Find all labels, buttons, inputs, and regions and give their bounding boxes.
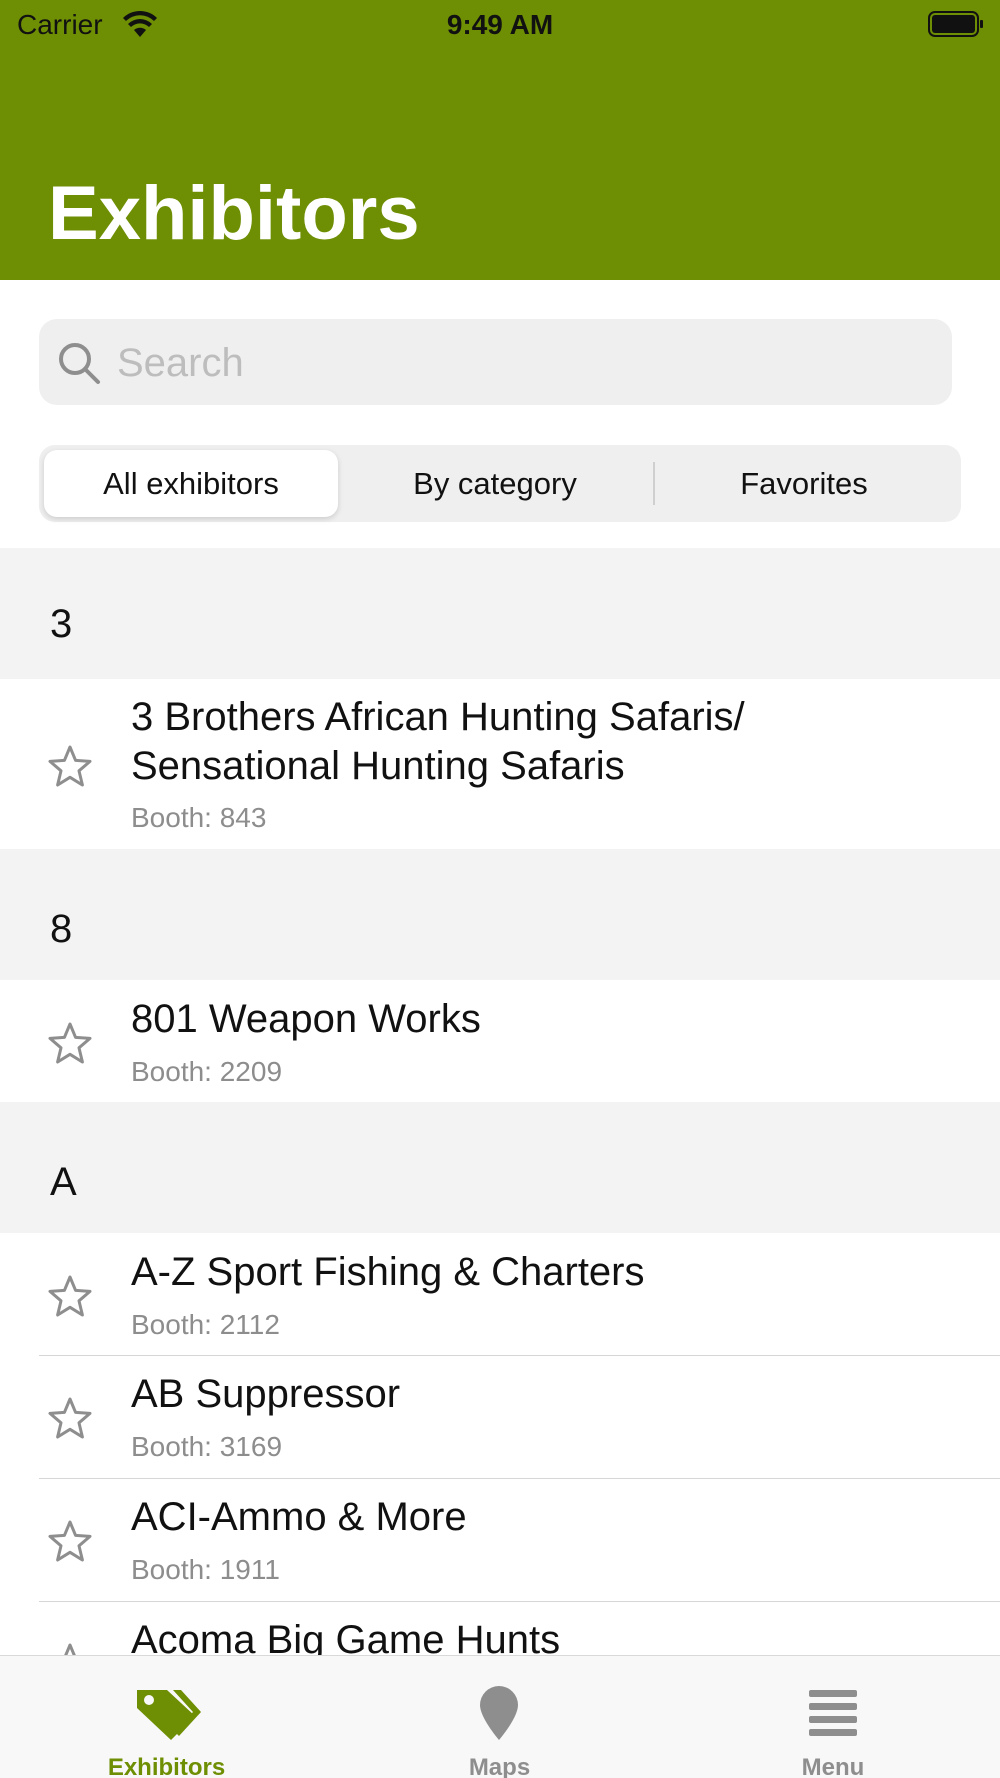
list-item[interactable]: A-Z Sport Fishing & Charters Booth: 2112 [0,1233,1000,1355]
tab-bar: Exhibitors Maps Menu [0,1655,1000,1778]
segment-by-category[interactable]: By category [345,450,645,517]
section-letter: 8 [50,907,73,951]
segment-favorites[interactable]: Favorites [653,450,955,517]
tag-icon [137,1690,201,1740]
section-header-3: 3 [0,548,1000,679]
exhibitor-name-line1: 3 Brothers African Hunting Safaris/ [131,695,745,739]
page-title: Exhibitors [48,171,420,256]
star-icon[interactable] [47,1021,93,1065]
list-item[interactable]: 3 Brothers African Hunting Safaris/ Sens… [0,679,1000,849]
section-header-a: A [0,1102,1000,1233]
segmented-control: All exhibitors By category Favorites [39,445,961,522]
list-item[interactable]: AB Suppressor Booth: 3169 [0,1356,1000,1478]
booth-label: Booth: 2209 [131,1056,283,1087]
section-letter: 3 [50,602,73,646]
battery-icon [928,11,983,37]
hamburger-menu-icon [809,1690,857,1736]
tab-label: Menu [801,1754,865,1778]
map-pin-icon [480,1686,518,1740]
star-icon[interactable] [47,1274,93,1318]
exhibitor-name-line2: Sensational Hunting Safaris [131,744,625,788]
star-icon[interactable] [47,1519,93,1563]
status-bar: Carrier 9:49 AM [0,0,1000,50]
tab-exhibitors[interactable]: Exhibitors [0,1656,333,1778]
tab-label: Exhibitors [107,1754,226,1778]
list-item[interactable]: 801 Weapon Works Booth: 2209 [0,980,1000,1102]
star-icon[interactable] [47,744,93,788]
booth-label: Booth: 2112 [131,1309,280,1340]
tab-menu[interactable]: Menu [666,1656,1000,1778]
search-field[interactable]: Search [39,319,952,405]
booth-label: Booth: 1911 [131,1554,280,1585]
tab-maps[interactable]: Maps [333,1656,666,1778]
nav-header: Carrier 9:49 AM Exhibitors [0,0,1000,280]
list-item[interactable]: Acoma Big Game Hunts [0,1602,1000,1655]
exhibitor-name: 801 Weapon Works [131,997,481,1041]
section-header-8: 8 [0,849,1000,980]
status-time: 9:49 AM [446,9,554,40]
exhibitor-name: AB Suppressor [131,1372,401,1416]
star-icon[interactable] [47,1396,93,1440]
search-placeholder: Search [117,341,244,385]
section-letter: A [50,1160,77,1204]
list-item[interactable]: ACI-Ammo & More Booth: 1911 [0,1479,1000,1601]
booth-label: Booth: 843 [131,802,267,833]
star-icon[interactable] [47,1642,93,1655]
segment-all-exhibitors[interactable]: All exhibitors [44,450,338,517]
search-icon [59,343,100,384]
exhibitor-name: A-Z Sport Fishing & Charters [131,1250,645,1294]
exhibitor-name: ACI-Ammo & More [131,1495,467,1539]
booth-label: Booth: 3169 [131,1431,283,1462]
exhibitor-name: Acoma Big Game Hunts [131,1618,561,1655]
tab-label: Maps [468,1754,531,1778]
